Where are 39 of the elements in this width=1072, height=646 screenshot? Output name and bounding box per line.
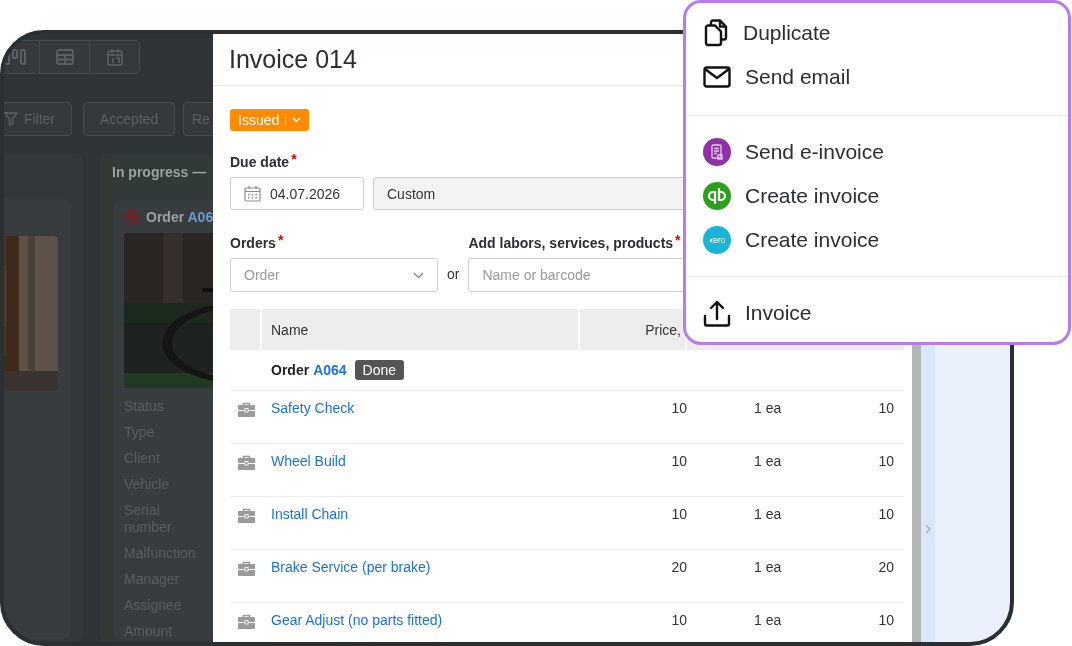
panel-title: Invoice 014 [229, 45, 357, 74]
price-cell: 20 [671, 559, 687, 575]
item-link[interactable]: Install Chain [271, 506, 349, 522]
amount-cell: 10 [878, 506, 894, 522]
date-field[interactable]: 04.07.2026 [230, 177, 364, 210]
column-header: Name [262, 309, 580, 350]
field-label: Orders* [230, 235, 284, 253]
field-label: Add labors, services, products* [468, 235, 681, 253]
quantity-cell: 1 ea [754, 559, 782, 575]
order-label: Order [271, 362, 310, 378]
accounting-logo-icon: xero [703, 226, 731, 254]
or-text: or [447, 266, 460, 282]
quantity-cell: 1 ea [754, 400, 782, 416]
order-select[interactable]: Order [230, 258, 438, 292]
price-cell: 10 [671, 506, 687, 522]
quantity-cell: 1 ea [754, 453, 782, 469]
field-label: Due date* [230, 154, 297, 172]
menu-item[interactable]: Send e-invoice [686, 130, 1068, 174]
item-link[interactable]: Wheel Build [271, 453, 346, 469]
order-title: Order A06 [146, 209, 213, 225]
menu-item[interactable]: xero Create invoice [686, 218, 1068, 262]
menu-item[interactable]: Invoice [686, 291, 1068, 335]
price-cell: 10 [671, 453, 687, 469]
price-cell: 10 [671, 400, 687, 416]
column-title: In progress — [112, 164, 208, 180]
amount-cell: 10 [878, 400, 894, 416]
item-link[interactable]: Gear Adjust (no parts fitted) [271, 612, 443, 628]
quantity-cell: 1 ea [754, 612, 782, 628]
status-badge: Done [354, 360, 405, 380]
item-link[interactable]: Safety Check [271, 400, 355, 416]
amount-cell: 10 [878, 453, 894, 469]
price-cell: 10 [671, 612, 687, 628]
order-link[interactable]: A064 [313, 362, 347, 378]
menu-item[interactable]: Duplicate [686, 11, 1068, 55]
quantity-cell: 1 ea [754, 506, 782, 522]
amount-cell: 10 [878, 612, 894, 628]
item-link[interactable]: Brake Service (per brake) [271, 559, 431, 575]
menu-item[interactable]: Send email [686, 55, 1068, 99]
amount-cell: 20 [878, 559, 894, 575]
